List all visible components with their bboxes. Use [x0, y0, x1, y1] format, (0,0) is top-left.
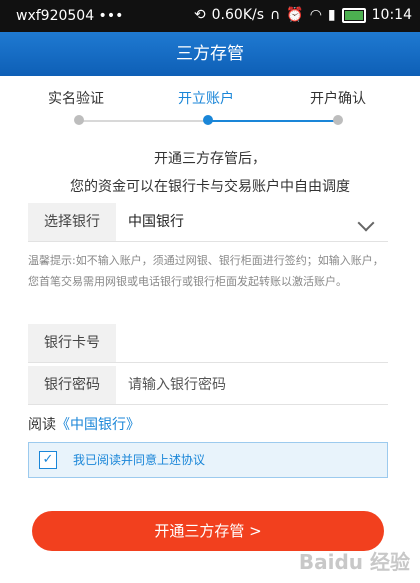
speed-text: 0.60K/s — [211, 7, 265, 23]
carrier-text: wxf920504 ••• — [16, 8, 124, 24]
bank-select-value[interactable]: 中国银行 — [128, 203, 184, 241]
step-dot-1 — [74, 115, 84, 125]
card-number-label: 银行卡号 — [28, 324, 116, 362]
step-label-open-account: 开立账户 — [178, 91, 234, 107]
intro-line-1: 开通三方存管后， — [154, 151, 266, 167]
status-bar: wxf920504 ••• ⟲ 0.60K/s ∩ ⏰ ◠ ▮ 10:14 — [0, 0, 420, 32]
bank-select-label: 选择银行 — [28, 203, 116, 241]
tip-text: 温馨提示:如不输入账户，须通过网银、银行柜面进行签约；如输入账户，您首笔交易需用… — [28, 254, 384, 288]
bank-password-label: 银行密码 — [28, 366, 116, 404]
agreement-text: 我已阅读并同意上述协议 — [73, 453, 206, 467]
bank-select-row[interactable]: 选择银行 中国银行 — [28, 203, 388, 242]
bank-password-row[interactable]: 银行密码 请输入银行密码 — [28, 366, 388, 405]
signal-icon: ▮ — [327, 7, 336, 23]
chevron-down-icon[interactable] — [357, 214, 375, 232]
wifi-icon: ◠ — [309, 7, 322, 23]
bank-password-input[interactable]: 请输入银行密码 — [128, 366, 226, 404]
agreement-checkbox[interactable]: ✓ — [39, 451, 57, 469]
open-custody-button[interactable]: 开通三方存管 > — [32, 511, 384, 551]
sync-icon: ⟲ — [193, 7, 206, 23]
headset-icon: ∩ — [270, 7, 281, 23]
alarm-icon: ⏰ — [286, 7, 304, 23]
step-line-2 — [208, 120, 338, 122]
header-bar: 三方存管 — [0, 32, 420, 76]
agreement-checkbox-row[interactable]: ✓ 我已阅读并同意上述协议 — [28, 442, 388, 478]
time-text: 10:14 — [371, 7, 412, 23]
step-label-confirm: 开户确认 — [310, 91, 366, 107]
battery-icon — [341, 7, 366, 23]
step-dot-2 — [203, 115, 213, 125]
agreement-link[interactable]: 《中国银行》 — [56, 417, 140, 433]
read-prefix: 阅读 — [28, 417, 56, 433]
card-number-row[interactable]: 银行卡号 — [28, 324, 388, 363]
step-dot-3 — [333, 115, 343, 125]
baidu-watermark: Baidu 经验 — [298, 550, 410, 574]
progress-steps: 实名验证 开立账户 开户确认 — [0, 82, 420, 132]
step-label-verify: 实名验证 — [48, 91, 104, 107]
intro-line-2: 您的资金可以在银行卡与交易账户中自由调度 — [70, 179, 350, 195]
page-title: 三方存管 — [176, 44, 244, 64]
read-agreement-line: 阅读《中国银行》 — [28, 414, 140, 434]
step-line-1 — [80, 120, 206, 122]
